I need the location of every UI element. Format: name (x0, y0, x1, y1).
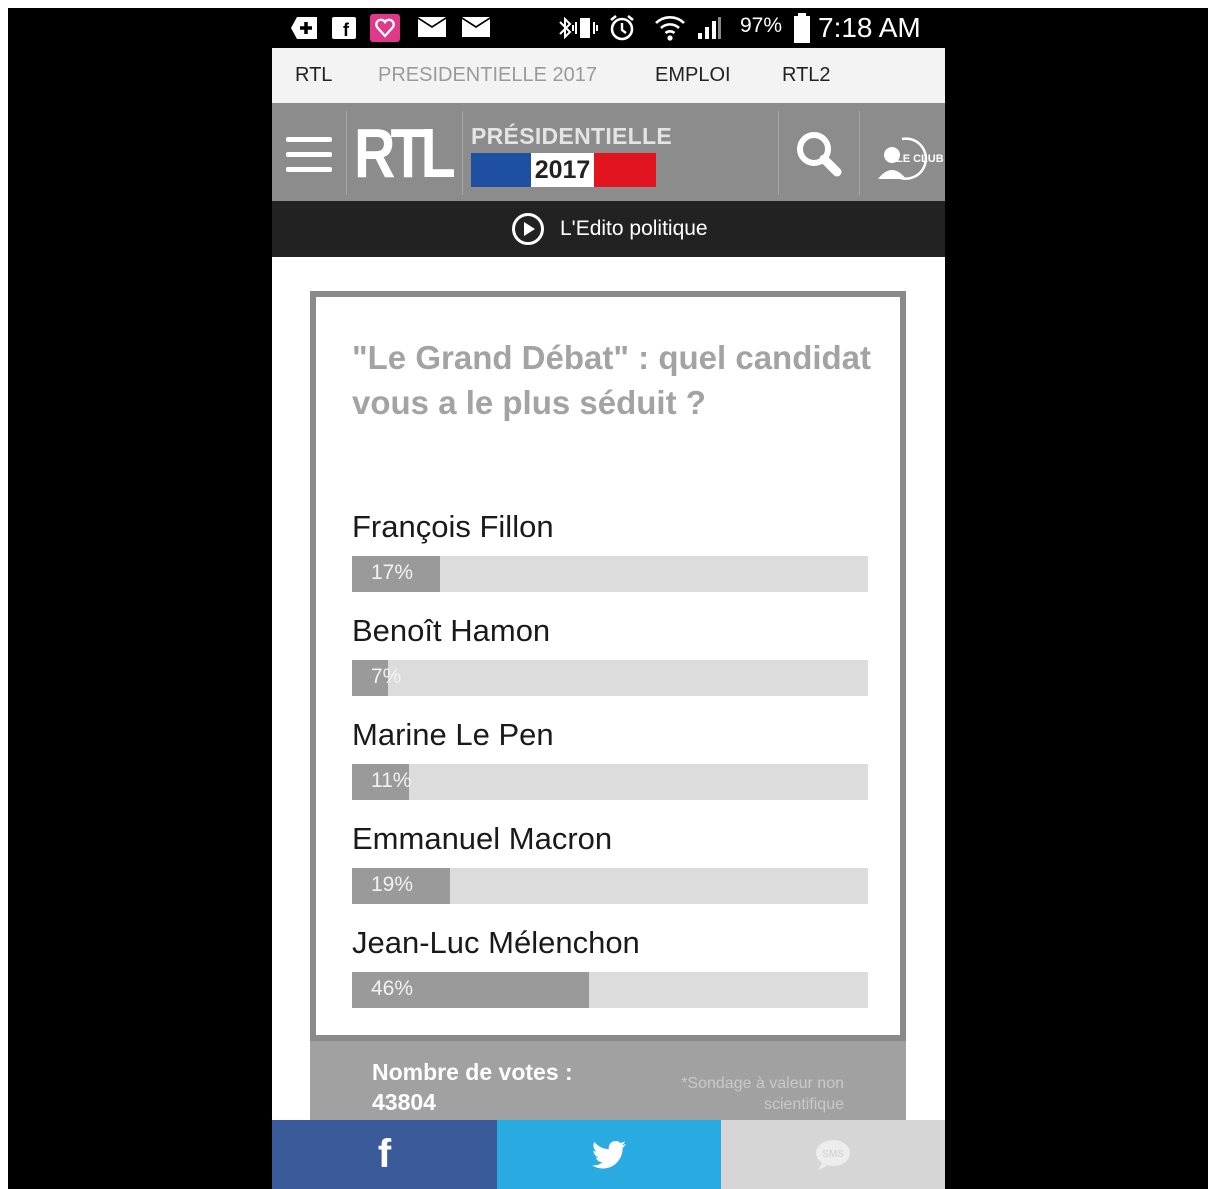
mail-icon (418, 17, 446, 39)
search-icon (797, 132, 842, 177)
candidate-name: Benoît Hamon (352, 613, 551, 648)
twitter-icon (592, 1140, 626, 1168)
share-bar: f SMS (272, 1120, 945, 1189)
candidate-name: Emmanuel Macron (352, 821, 613, 856)
mail-icon (462, 17, 490, 39)
clock: 7:18 AM (818, 12, 921, 43)
le-club-label: LE CLUB (896, 153, 944, 165)
result-percent: 7% (371, 665, 402, 688)
status-bar: f 97% 7:18 AM (272, 8, 945, 48)
top-nav: RTL PRESIDENTIELLE 2017 EMPLOI RTL2 (272, 48, 945, 103)
search-button[interactable] (780, 103, 858, 201)
vibrate-icon (572, 17, 598, 39)
french-flag-banner: 2017 (471, 153, 656, 187)
le-club-icon: LE CLUB (878, 137, 944, 180)
signal-icon (696, 17, 722, 39)
le-club-button[interactable]: LE CLUB (860, 103, 945, 201)
share-sms-button[interactable]: SMS (721, 1120, 945, 1189)
facebook-icon: f (377, 1132, 392, 1176)
battery-icon (794, 13, 810, 43)
candidate-name: Jean-Luc Mélenchon (352, 925, 640, 960)
site-header: RTL PRÉSIDENTIELLE 2017 LE CLUB (272, 103, 945, 201)
top-nav-emploi[interactable]: EMPLOI (655, 48, 731, 103)
result-bar[interactable]: 11% (352, 764, 868, 800)
sms-label: SMS (822, 1149, 844, 1160)
share-facebook-button[interactable]: f (272, 1120, 497, 1189)
section-year: 2017 (531, 153, 594, 187)
result-bar[interactable]: 46% (352, 972, 868, 1008)
svg-text:f: f (343, 20, 350, 39)
candidate-name: Marine Le Pen (352, 717, 554, 752)
edito-politique-link[interactable]: L'Edito politique (272, 201, 945, 257)
poll-disclaimer: *Sondage à valeur non scientifique (681, 1075, 844, 1113)
menu-icon[interactable] (286, 137, 332, 175)
rtl-logo[interactable]: RTL (354, 117, 456, 189)
sms-icon: SMS (816, 1139, 850, 1170)
top-nav-presidentielle[interactable]: PRESIDENTIELLE 2017 (378, 48, 597, 103)
votes-count: 43804 (372, 1089, 436, 1115)
edito-label: L'Edito politique (560, 217, 708, 240)
candidate-name: François Fillon (352, 509, 554, 544)
poll-card: "Le Grand Débat" : quel candidat vous a … (310, 291, 906, 1041)
result-percent: 46% (371, 977, 414, 1000)
votes-label: Nombre de votes : (372, 1059, 573, 1085)
top-nav-rtl2[interactable]: RTL2 (782, 48, 831, 103)
battery-percent: 97% (740, 14, 783, 37)
header-divider (462, 111, 463, 195)
section-label: PRÉSIDENTIELLE (471, 123, 673, 149)
result-bar[interactable]: 19% (352, 868, 868, 904)
phone-screen: f 97% 7:18 AM RTL PRESIDENTIELLE 2017 EM… (272, 8, 945, 1189)
screenshot-frame: f 97% 7:18 AM RTL PRESIDENTIELLE 2017 EM… (8, 8, 1208, 1189)
header-divider (778, 111, 779, 195)
result-percent: 11% (371, 769, 412, 792)
share-twitter-button[interactable] (497, 1120, 721, 1189)
result-bar[interactable]: 17% (352, 556, 868, 592)
header-divider (346, 111, 347, 195)
top-nav-rtl[interactable]: RTL (295, 48, 332, 103)
play-icon (512, 213, 544, 245)
plus-box-icon (290, 17, 318, 39)
alarm-icon (608, 14, 636, 42)
poll-title: "Le Grand Débat" : quel candidat vous a … (352, 339, 872, 421)
result-percent: 17% (371, 561, 414, 584)
facebook-notification-icon: f (332, 17, 356, 39)
wifi-icon (654, 12, 686, 44)
result-percent: 19% (371, 873, 414, 896)
poll-footer: Nombre de votes : 43804 *Sondage à valeu… (310, 1041, 906, 1131)
app-heart-icon (370, 14, 400, 42)
result-bar[interactable]: 7% (352, 660, 868, 696)
